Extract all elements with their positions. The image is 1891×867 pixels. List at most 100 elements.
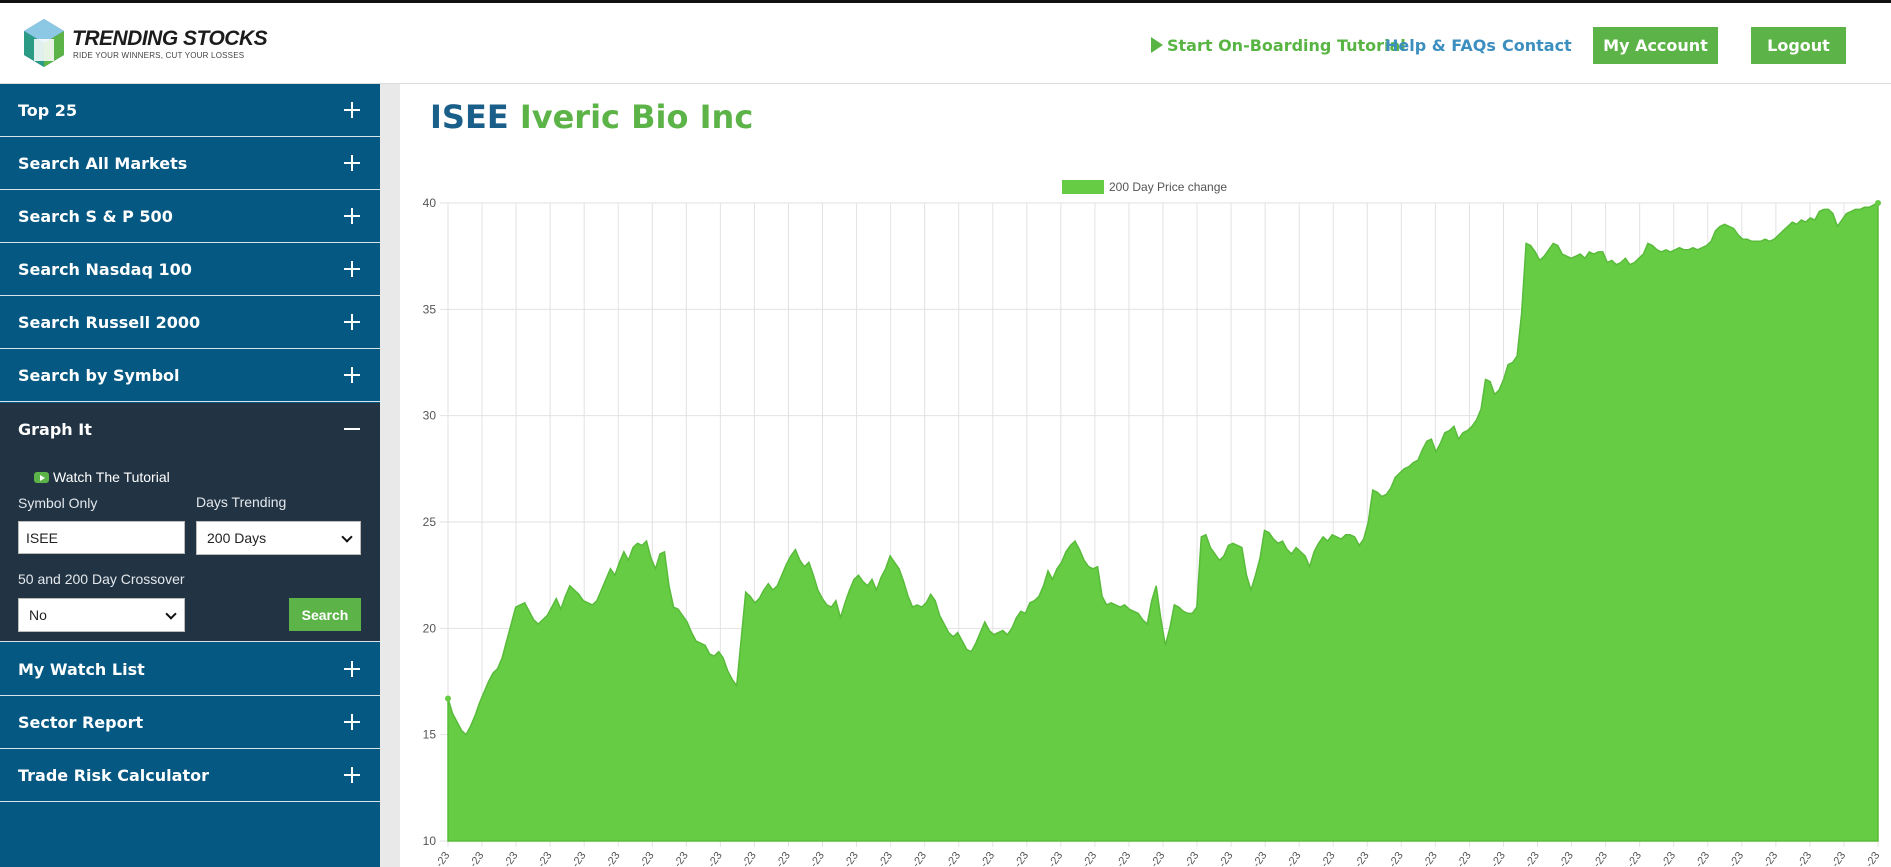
- plus-icon: [344, 314, 360, 330]
- x-tick-label: -23: [944, 850, 963, 867]
- sidebar-item-label: Search S & P 500: [18, 207, 173, 226]
- x-tick-label: -23: [1489, 850, 1508, 867]
- sidebar-item-search-sp500[interactable]: Search S & P 500: [0, 190, 380, 243]
- play-icon: [1151, 37, 1163, 53]
- sidebar-item-top-25[interactable]: Top 25: [0, 84, 380, 137]
- sidebar-item-my-watch-list[interactable]: My Watch List: [0, 643, 380, 696]
- brand-tagline: RIDE YOUR WINNERS, CUT YOUR LOSSES: [73, 51, 245, 60]
- x-tick-label: -23: [1761, 850, 1780, 867]
- sidebar-item-label: Sector Report: [18, 713, 144, 732]
- logout-button[interactable]: Logout: [1751, 27, 1846, 64]
- days-trending-select[interactable]: 200 Days: [196, 521, 361, 555]
- sidebar-item-label: Search Nasdaq 100: [18, 260, 192, 279]
- sidebar-item-search-nasdaq-100[interactable]: Search Nasdaq 100: [0, 243, 380, 296]
- y-tick-label: 40: [423, 196, 437, 210]
- plus-icon: [344, 367, 360, 383]
- onboarding-tutorial-label: Start On-Boarding Tutorial: [1167, 35, 1406, 55]
- logo-icon: [24, 19, 64, 67]
- x-tick-label: -23: [910, 850, 929, 867]
- graph-it-panel: Graph It Watch The Tutorial Symbol Only …: [0, 403, 380, 642]
- y-tick-label: 35: [423, 302, 437, 316]
- x-tick-label: -23: [1183, 850, 1202, 867]
- video-play-icon: [34, 471, 49, 483]
- plus-icon: [344, 767, 360, 783]
- x-tick-label: -23: [672, 850, 691, 867]
- symbol-label: Symbol Only: [18, 495, 98, 511]
- x-tick-label: -23: [842, 850, 861, 867]
- x-tick-label: -23: [1727, 850, 1746, 867]
- x-tick-label: -23: [502, 850, 521, 867]
- x-tick-label: -23: [468, 850, 487, 867]
- sidebar-item-search-by-symbol[interactable]: Search by Symbol: [0, 349, 380, 402]
- x-tick-label: -23: [1864, 850, 1883, 867]
- x-tick-label: -23: [1693, 850, 1712, 867]
- days-trending-value: 200 Days: [207, 530, 267, 546]
- sidebar-item-label: Top 25: [18, 101, 78, 120]
- plus-icon: [344, 261, 360, 277]
- crossover-select[interactable]: No: [18, 598, 185, 632]
- x-tick-label: -23: [1795, 850, 1814, 867]
- x-tick-label: -23: [1285, 850, 1304, 867]
- plus-icon: [344, 208, 360, 224]
- sidebar-item-search-all-markets[interactable]: Search All Markets: [0, 137, 380, 190]
- symbol-input[interactable]: [18, 521, 185, 554]
- x-tick-label: -23: [1217, 850, 1236, 867]
- crossover-label: 50 and 200 Day Crossover: [18, 571, 185, 587]
- watch-tutorial-link[interactable]: Watch The Tutorial: [34, 469, 170, 485]
- y-tick-label: 10: [423, 834, 437, 848]
- brand-name: TRENDING STOCKS: [72, 27, 268, 50]
- sidebar-divider: [380, 84, 400, 867]
- sidebar-item-search-russell-2000[interactable]: Search Russell 2000: [0, 296, 380, 349]
- legend-swatch: [1062, 180, 1104, 194]
- y-tick-label: 15: [423, 728, 437, 742]
- crossover-value: No: [29, 607, 47, 623]
- x-tick-label: -23: [1455, 850, 1474, 867]
- x-tick-label: -23: [1149, 850, 1168, 867]
- stock-symbol: ISEE: [430, 98, 509, 136]
- chevron-down-icon: [341, 531, 353, 543]
- sidebar-item-label: Search Russell 2000: [18, 313, 201, 332]
- plus-icon: [344, 155, 360, 171]
- x-tick-label: -23: [1080, 850, 1099, 867]
- days-trending-label: Days Trending: [196, 494, 287, 510]
- sidebar-item-sector-report[interactable]: Sector Report: [0, 696, 380, 749]
- x-tick-label: -23: [1046, 850, 1065, 867]
- x-tick-label: -23: [536, 850, 555, 867]
- sidebar-item-trade-risk-calculator[interactable]: Trade Risk Calculator: [0, 749, 380, 802]
- sidebar-item-label: Search All Markets: [18, 154, 188, 173]
- x-tick-label: -23: [1387, 850, 1406, 867]
- price-chart: 10 15 20 25 30 35 40 -23 -23 -23 -23 -23 -23 -23 -23 -2…: [423, 180, 1883, 867]
- page-title: ISEE Iveric Bio Inc: [430, 98, 753, 136]
- logo[interactable]: TRENDING STOCKS RIDE YOUR WINNERS, CUT Y…: [20, 17, 270, 75]
- x-tick-label: -23: [706, 850, 725, 867]
- x-tick-label: -23: [978, 850, 997, 867]
- minus-icon: [344, 421, 360, 437]
- my-account-button[interactable]: My Account: [1593, 27, 1718, 64]
- help-faqs-link[interactable]: Help & FAQs: [1385, 3, 1496, 87]
- x-tick-label: -23: [604, 850, 623, 867]
- x-tick-label: -23: [1319, 850, 1338, 867]
- onboarding-tutorial-link[interactable]: Start On-Boarding Tutorial: [1151, 3, 1406, 87]
- plus-icon: [344, 714, 360, 730]
- data-point-end: [1875, 200, 1881, 206]
- x-tick-label: -23: [1659, 850, 1678, 867]
- watch-tutorial-label: Watch The Tutorial: [53, 469, 170, 485]
- x-tick-label: -23: [1251, 850, 1270, 867]
- search-button[interactable]: Search: [289, 598, 361, 631]
- contact-link[interactable]: Contact: [1502, 3, 1572, 87]
- sidebar-item-label: Graph It: [18, 420, 92, 439]
- sidebar-item-graph-it[interactable]: Graph It: [0, 403, 380, 456]
- sidebar-item-label: My Watch List: [18, 660, 145, 679]
- chevron-down-icon: [165, 608, 177, 620]
- x-tick-label: -23: [1557, 850, 1576, 867]
- plus-icon: [344, 102, 360, 118]
- sidebar-item-label: Search by Symbol: [18, 366, 180, 385]
- legend-label: 200 Day Price change: [1109, 180, 1227, 194]
- top-bar: TRENDING STOCKS RIDE YOUR WINNERS, CUT Y…: [0, 0, 1891, 84]
- plus-icon: [344, 661, 360, 677]
- x-tick-label: -23: [1829, 850, 1848, 867]
- x-tick-label: -23: [1523, 850, 1542, 867]
- y-tick-label: 20: [423, 621, 437, 635]
- x-tick-label: -23: [1353, 850, 1372, 867]
- x-tick-label: -23: [1625, 850, 1644, 867]
